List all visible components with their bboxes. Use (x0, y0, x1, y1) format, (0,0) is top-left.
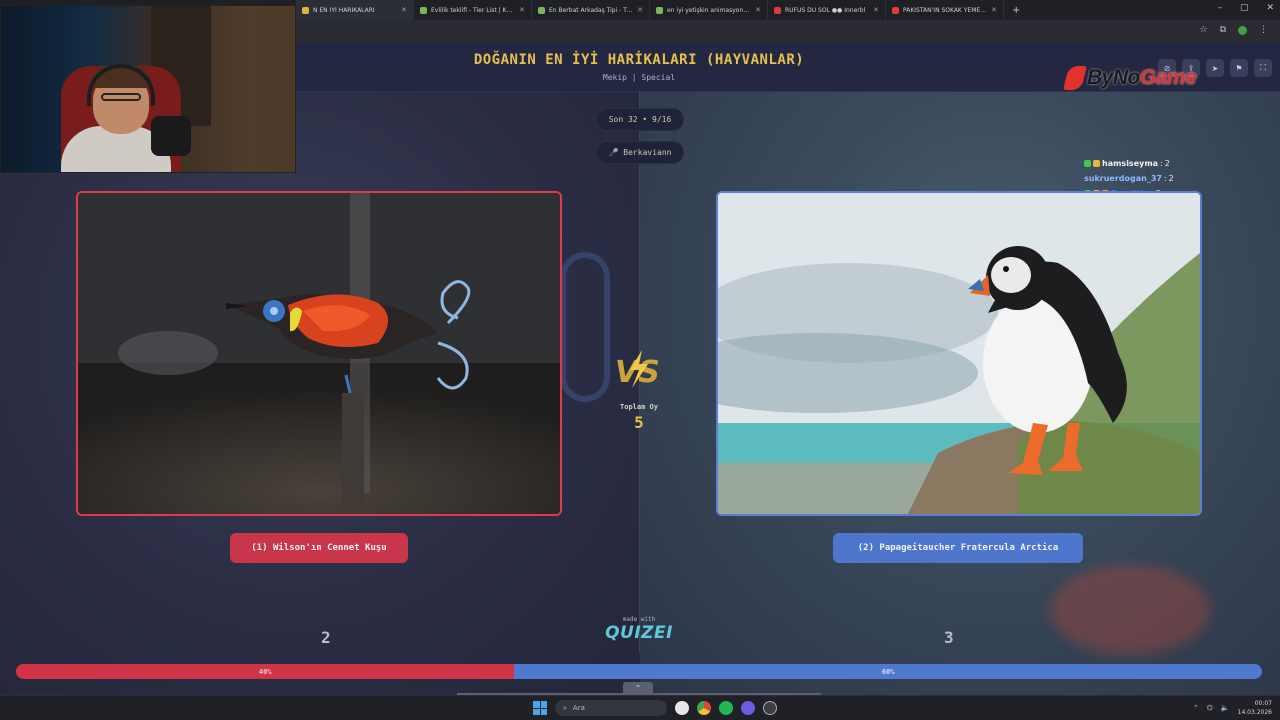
close-tab-icon[interactable]: ✕ (991, 6, 997, 14)
logo-accent: Game (1139, 66, 1197, 89)
youtube-icon (892, 6, 899, 14)
username: Berkaviann (623, 148, 672, 157)
browser-tab[interactable]: en iyi yetişkin animasyon dizisi ✕ (650, 0, 768, 20)
search-icon: ⌕ (563, 703, 567, 712)
tab-title: En Berbat Arkadaş Tipi - Tier Li (549, 6, 634, 14)
network-icon[interactable]: ⌬ (1207, 704, 1213, 712)
user-name: 🎤 Berkaviann (595, 141, 685, 164)
chat-separator: : (1163, 174, 1167, 183)
tab-strip: N EN İYİ HARİKALARI ✕ Evlilik teklifi - Ti… (296, 0, 1004, 20)
atlantic-puffin-image (718, 193, 1200, 514)
close-window-button[interactable]: ✕ (1266, 3, 1274, 13)
chat-vote-row: sukruerdogan_37 : 2 (1084, 171, 1179, 186)
send-icon[interactable]: ➤ (1206, 59, 1224, 77)
drawer-toggle-button[interactable]: ⌃ (623, 682, 653, 694)
tab-title: Evlilik teklifi - Tier List | Kör Sıra (431, 6, 515, 14)
system-tray: ⌃ ⌬ 🔈 00:07 14.03.2026 (1193, 699, 1272, 717)
profile-icon[interactable] (1238, 25, 1247, 35)
chat-vote-count: 2 (1168, 174, 1174, 183)
taskbar-apps: ⌕ Ara (533, 700, 777, 716)
chat-separator: : (1160, 159, 1163, 168)
wilsons-bird-of-paradise-image (78, 193, 560, 514)
clock[interactable]: 00:07 14.03.2026 (1238, 699, 1272, 717)
vote-button-left[interactable]: (1) Wilson'ın Cennet Kuşu (230, 533, 408, 563)
chat-username: sukruerdogan_37 (1084, 174, 1162, 183)
close-tab-icon[interactable]: ✕ (519, 6, 525, 14)
bynogame-logo-mark (1063, 66, 1087, 90)
quiz-icon (302, 6, 309, 14)
background-decoration (560, 252, 610, 402)
clock-time: 00:07 (1254, 700, 1272, 707)
bynogame-logo-text: ByNoGame (1087, 66, 1197, 90)
webcam-microphone (151, 116, 191, 156)
browser-tab[interactable]: Evlilik teklifi - Tier List | Kör Sıra ✕ (414, 0, 532, 20)
vote-share-left: 40% (16, 664, 515, 679)
quizei-logo: QUIZEI (605, 623, 673, 643)
tier-icon (656, 6, 663, 14)
streamer-webcam (0, 5, 296, 173)
chat-badge-icon (1084, 160, 1091, 167)
clock-date: 14.03.2026 (1237, 709, 1272, 716)
minimize-button[interactable]: – (1217, 3, 1222, 13)
made-with-label: made with (622, 616, 656, 623)
tab-title: N EN İYİ HARİKALARI (313, 6, 375, 14)
maximize-button[interactable]: ▢ (1240, 3, 1249, 13)
file-explorer-icon[interactable] (675, 701, 689, 715)
extension-icon[interactable]: ⧉ (1220, 25, 1226, 35)
close-tab-icon[interactable]: ✕ (873, 6, 879, 14)
flag-icon[interactable]: ⚑ (1230, 59, 1248, 77)
discord-icon[interactable] (741, 701, 755, 715)
total-votes-label: Toplam Oy (620, 403, 658, 411)
close-tab-icon[interactable]: ✕ (755, 6, 761, 14)
window-controls: – ▢ ✕ (1217, 3, 1274, 13)
browser-toolbar-icons: ☆ ⧉ ⋮ (1199, 25, 1268, 35)
browser-tab[interactable]: N EN İYİ HARİKALARI ✕ (296, 0, 414, 20)
start-button[interactable] (533, 701, 547, 715)
taskbar-search[interactable]: ⌕ Ara (555, 700, 667, 716)
vote-progress-bar: 40% 60% (16, 664, 1262, 679)
browser-tab[interactable]: En Berbat Arkadaş Tipi - Tier Li ✕ (532, 0, 650, 20)
volume-icon[interactable]: 🔈 (1221, 704, 1230, 712)
new-tab-button[interactable]: + (1004, 5, 1028, 16)
tab-title: PAKİSTAN'IN SOKAK YEMEKLE (903, 6, 988, 14)
tab-title: RÜFÜS DU SOL ●● Innerbl (785, 6, 866, 14)
chrome-icon[interactable] (697, 701, 711, 715)
chat-username: hamsiseyma (1102, 159, 1159, 168)
tab-title: en iyi yetişkin animasyon dizisi (667, 6, 752, 14)
star-icon[interactable]: ☆ (1199, 25, 1207, 35)
browser-tab[interactable]: RÜFÜS DU SOL ●● Innerbl ✕ (768, 0, 886, 20)
total-votes-value: 5 (634, 413, 644, 432)
fullscreen-icon[interactable]: ⛶ (1254, 59, 1272, 77)
close-tab-icon[interactable]: ✕ (401, 6, 407, 14)
search-placeholder: Ara (572, 704, 585, 712)
youtube-icon (774, 6, 781, 14)
option-card-left[interactable] (76, 191, 562, 516)
round-text: Son 32 • 9/16 (595, 108, 685, 131)
option-card-right[interactable] (716, 191, 1202, 516)
tier-icon (420, 6, 427, 14)
browser-tab[interactable]: PAKİSTAN'IN SOKAK YEMEKLE ✕ (886, 0, 1004, 20)
chat-vote-count: 2 (1164, 159, 1170, 168)
logo-prefix: ByNo (1087, 66, 1140, 89)
webcam-door (257, 6, 295, 172)
tier-icon (538, 6, 545, 14)
chevron-up-icon[interactable]: ⌃ (1193, 704, 1199, 712)
windows-taskbar: ⌕ Ara ⌃ ⌬ 🔈 00:07 14.03.2026 (0, 695, 1280, 720)
menu-icon[interactable]: ⋮ (1259, 25, 1268, 35)
vs-icon: VS (615, 350, 660, 390)
close-tab-icon[interactable]: ✕ (637, 6, 643, 14)
chat-badge-icon (1093, 160, 1100, 167)
obs-icon[interactable] (763, 701, 777, 715)
spotify-icon[interactable] (719, 701, 733, 715)
bynogame-logo: ByNoGame (1063, 66, 1197, 90)
vote-share-right: 60% (514, 664, 1262, 679)
chat-vote-row: hamsiseyma : 2 (1084, 156, 1179, 171)
vote-button-right[interactable]: (2) Papageitaucher Fratercula Arctica (833, 533, 1083, 563)
